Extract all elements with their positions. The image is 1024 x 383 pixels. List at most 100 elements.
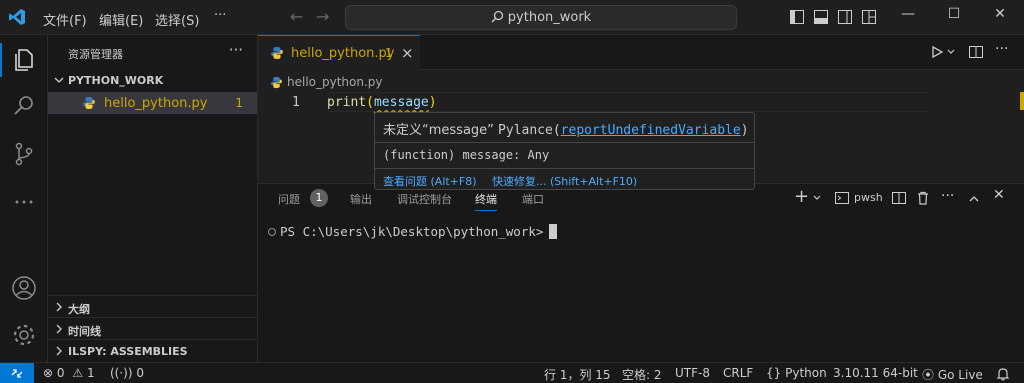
language-mode[interactable]: {} Python xyxy=(766,366,827,380)
minimize-icon[interactable]: — xyxy=(893,6,923,22)
remote-indicator[interactable] xyxy=(0,363,34,383)
warning-count: 1 xyxy=(86,366,95,380)
token-undefined-variable: message xyxy=(373,95,429,110)
folder-row[interactable]: PYTHON_WORK xyxy=(48,71,257,91)
language-label: Python xyxy=(785,366,827,380)
new-terminal-icon[interactable]: + xyxy=(794,186,809,207)
file-name: hello_python.py xyxy=(104,96,208,111)
search-icon[interactable] xyxy=(11,93,37,119)
hover-source: Pylance xyxy=(498,123,553,138)
terminal-cursor xyxy=(549,224,558,239)
indentation[interactable]: 空格: 2 xyxy=(622,366,662,383)
toggle-sidebar-icon[interactable] xyxy=(790,10,804,24)
chevron-right-icon xyxy=(56,302,62,312)
account-icon[interactable] xyxy=(11,275,37,301)
source-control-icon[interactable] xyxy=(11,141,37,167)
token-paren-close: ) xyxy=(428,95,437,110)
status-bar: ⊗ 0 ⚠ 1 ((·)) 0 行 1，列 15 空格: 2 UTF-8 CRL… xyxy=(0,362,1024,383)
braces-icon: {} xyxy=(766,366,782,380)
section-timeline-label: 时间线 xyxy=(68,325,101,338)
hover-tooltip: 未定义“message” Pylance(reportUndefinedVari… xyxy=(374,112,755,190)
chevron-down-icon[interactable] xyxy=(812,193,822,203)
terminal-shell-name[interactable]: pwsh xyxy=(854,191,883,204)
menu-selection[interactable]: 选择(S) xyxy=(155,10,199,29)
split-terminal-icon[interactable] xyxy=(892,191,906,205)
panel-tab-ports[interactable]: 端口 xyxy=(522,191,544,207)
more-views-icon[interactable] xyxy=(11,189,37,215)
menu-edit[interactable]: 编辑(E) xyxy=(99,10,143,29)
chevron-down-icon[interactable] xyxy=(946,47,956,57)
panel-more-icon[interactable]: ··· xyxy=(941,188,954,204)
warning-icon: ⚠ xyxy=(72,366,84,380)
terminal-output[interactable]: PS C:\Users\jk\Desktop\python_work> xyxy=(268,224,558,239)
toggle-panel-icon[interactable] xyxy=(814,10,828,24)
hover-rule-link[interactable]: reportUndefinedVariable xyxy=(561,123,741,138)
run-python-icon[interactable] xyxy=(930,45,944,59)
cursor-position[interactable]: 行 1，列 15 xyxy=(544,366,611,383)
breadcrumb[interactable]: hello_python.py xyxy=(270,75,383,89)
panel-tab-problems[interactable]: 问题 xyxy=(278,191,300,207)
python-file-icon xyxy=(271,76,282,89)
go-live-label: Go Live xyxy=(937,368,983,382)
editor-more-icon[interactable]: ··· xyxy=(995,41,1008,57)
file-row-hello-python[interactable]: hello_python.py 1 xyxy=(48,92,257,114)
section-timeline[interactable]: 时间线 xyxy=(48,317,257,339)
back-arrow-icon[interactable]: ← xyxy=(290,7,303,26)
hover-message: 未定义“message” xyxy=(383,123,494,138)
maximize-icon[interactable]: ☐ xyxy=(939,6,969,22)
problems-status[interactable]: ⊗ 0 ⚠ 1 xyxy=(43,366,95,380)
ports-status[interactable]: ((·)) 0 xyxy=(110,366,144,380)
panel-tab-terminal[interactable]: 终端 xyxy=(475,191,497,211)
python-interpreter[interactable]: 3.10.11 64-bit xyxy=(833,366,918,380)
code-line[interactable]: print(message) xyxy=(327,95,437,110)
terminal-icon[interactable] xyxy=(835,191,849,205)
explorer-icon[interactable] xyxy=(11,47,37,73)
quick-fix-link[interactable]: 快速修复... (Shift+Alt+F10) xyxy=(492,173,637,189)
notifications-bell-icon[interactable] xyxy=(996,367,1010,381)
settings-gear-icon[interactable] xyxy=(11,322,37,348)
tab-label: hello_python.py xyxy=(291,46,395,61)
panel-tab-output[interactable]: 输出 xyxy=(350,191,372,207)
section-ilspy[interactable]: ILSPY: ASSEMBLIES xyxy=(48,339,257,361)
end-of-line[interactable]: CRLF xyxy=(723,366,753,380)
close-panel-icon[interactable]: ✕ xyxy=(993,187,1005,203)
split-editor-icon[interactable] xyxy=(969,45,983,59)
token-function: print xyxy=(327,95,367,110)
python-file-icon xyxy=(83,97,95,109)
encoding[interactable]: UTF-8 xyxy=(675,366,710,380)
menu-more[interactable]: ··· xyxy=(214,8,226,23)
breadcrumb-file: hello_python.py xyxy=(287,75,383,89)
error-count: 0 xyxy=(56,366,65,380)
chevron-right-icon xyxy=(56,324,62,334)
customize-layout-icon[interactable] xyxy=(862,10,876,24)
explorer-sidebar: 资源管理器 ··· PYTHON_WORK hello_python.py 1 … xyxy=(48,35,258,362)
terminal-prompt: PS C:\Users\jk\Desktop\python_work> xyxy=(280,224,544,239)
section-outline[interactable]: 大纲 xyxy=(48,295,257,317)
error-icon: ⊗ xyxy=(43,366,54,380)
chevron-down-icon xyxy=(54,77,64,83)
command-center-search[interactable]: python_work xyxy=(345,5,737,30)
forward-arrow-icon[interactable]: → xyxy=(316,7,329,26)
active-indicator xyxy=(0,43,2,77)
chevron-right-icon xyxy=(56,346,62,356)
toggle-secondary-sidebar-icon[interactable] xyxy=(838,10,852,24)
section-outline-label: 大纲 xyxy=(68,303,90,316)
tab-hello-python[interactable]: hello_python.py 1 × xyxy=(258,35,420,70)
hover-diagnostic: 未定义“message” Pylance(reportUndefinedVari… xyxy=(383,123,749,138)
view-problem-link[interactable]: 查看问题 (Alt+F8) xyxy=(383,173,477,189)
folder-label: PYTHON_WORK xyxy=(68,74,164,87)
panel-tab-debug-console[interactable]: 调试控制台 xyxy=(397,191,452,207)
menu-file[interactable]: 文件(F) xyxy=(43,10,87,29)
go-live-button[interactable]: ⦿ Go Live xyxy=(922,366,983,383)
hover-divider xyxy=(375,168,754,169)
close-window-icon[interactable]: ✕ xyxy=(985,6,1015,22)
search-icon xyxy=(491,10,503,23)
search-text: python_work xyxy=(507,10,592,25)
token-paren-open: ( xyxy=(366,95,374,110)
overview-ruler-warning xyxy=(1020,92,1024,110)
go-live-icon: ⦿ xyxy=(922,368,935,382)
sidebar-more-actions[interactable]: ··· xyxy=(229,41,243,59)
tab-close-icon[interactable]: × xyxy=(401,44,414,62)
maximize-panel-icon[interactable] xyxy=(968,193,980,205)
trash-icon[interactable] xyxy=(916,191,930,205)
